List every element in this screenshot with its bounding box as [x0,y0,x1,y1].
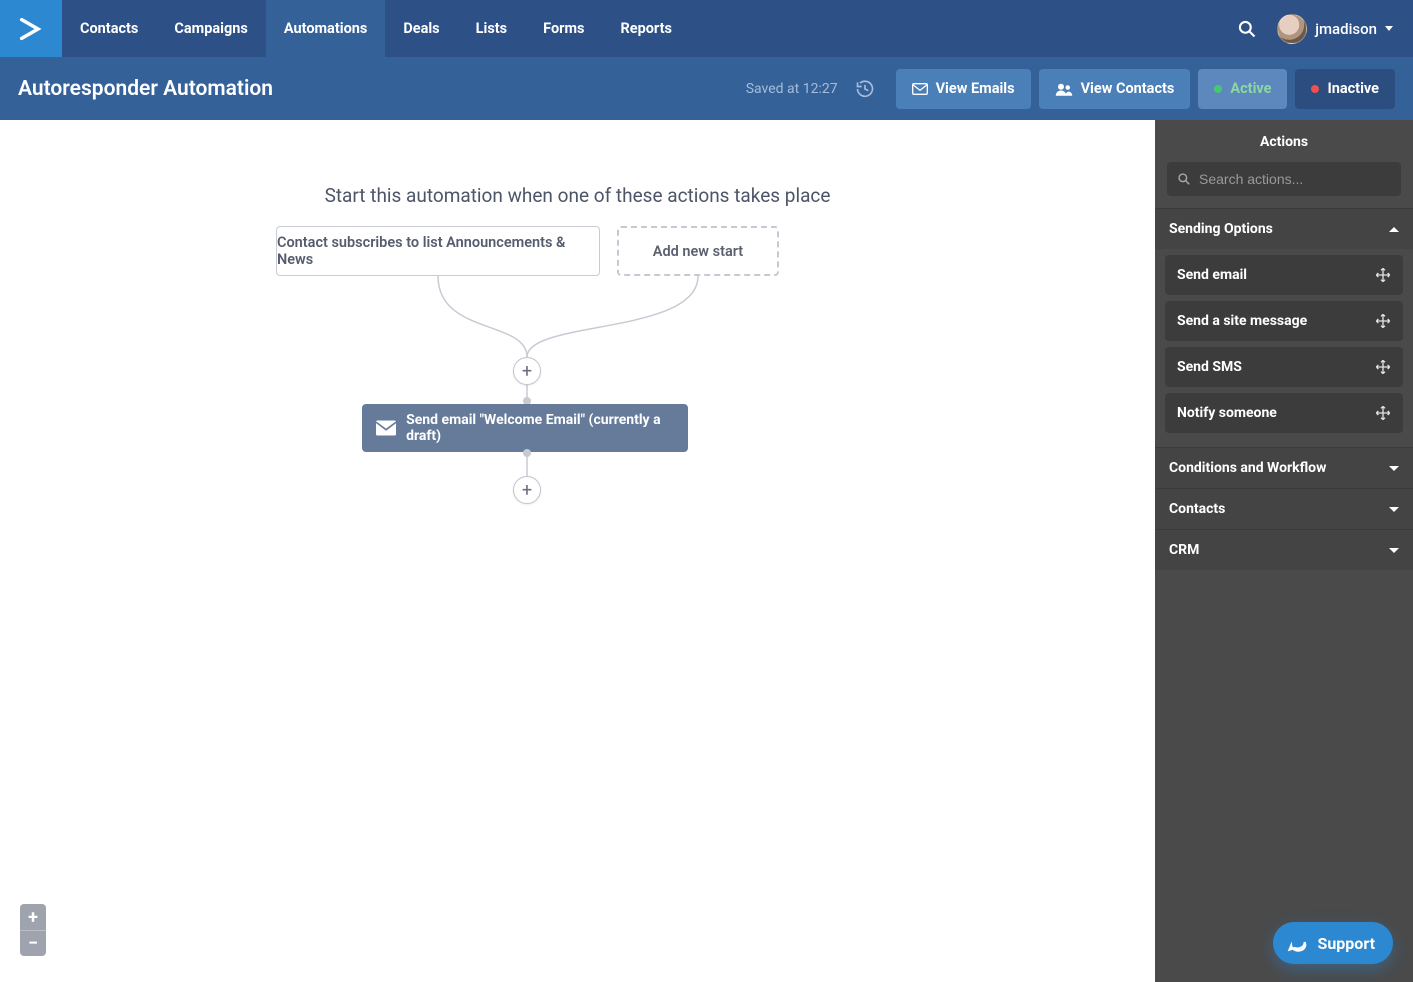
logo[interactable] [0,0,62,57]
nav-item-deals[interactable]: Deals [385,0,457,57]
add-start-label: Add new start [653,243,743,260]
history-icon [855,79,875,99]
add-action-button-top[interactable]: + [513,357,541,385]
search-actions[interactable] [1167,162,1401,196]
group-crm[interactable]: CRM [1155,529,1413,570]
view-contacts-button[interactable]: View Contacts [1039,69,1191,109]
chevron-down-icon [1389,466,1399,471]
action-notify-someone[interactable]: Notify someone [1165,393,1403,433]
group-label: CRM [1169,542,1199,558]
action-send-site-message[interactable]: Send a site message [1165,301,1403,341]
zoom-out-button[interactable]: − [20,930,46,956]
group-label: Contacts [1169,501,1225,517]
username: jmadison [1315,20,1377,38]
caret-down-icon [1385,26,1393,31]
action-label: Send SMS [1177,359,1242,375]
user-menu[interactable]: jmadison [1277,14,1393,44]
action-node-label: Send email "Welcome Email" (currently a … [406,412,674,444]
actions-sidebar: Actions Sending Options Send email Send … [1155,120,1413,982]
start-trigger-node[interactable]: Contact subscribes to list Announcements… [276,226,600,276]
move-icon [1375,359,1391,375]
search-button[interactable] [1227,9,1267,49]
move-icon [1375,405,1391,421]
action-label: Send email [1177,267,1247,283]
view-emails-button[interactable]: View Emails [896,69,1031,109]
group-label: Conditions and Workflow [1169,460,1326,476]
active-dot-icon [1214,85,1222,93]
mail-icon [912,83,928,95]
group-contacts[interactable]: Contacts [1155,488,1413,529]
support-button[interactable]: Support [1273,922,1393,964]
plus-icon: + [522,361,532,382]
group-conditions-workflow[interactable]: Conditions and Workflow [1155,447,1413,488]
chevron-down-icon [1389,507,1399,512]
start-instruction: Start this automation when one of these … [0,184,1155,207]
mail-icon [376,420,396,436]
start-trigger-label: Contact subscribes to list Announcements… [277,234,599,268]
move-icon [1375,313,1391,329]
subbar: Autoresponder Automation Saved at 12:27 … [0,57,1413,120]
search-icon [1237,19,1257,39]
zoom-in-button[interactable]: + [20,904,46,930]
add-action-button-bottom[interactable]: + [513,476,541,504]
sending-options-list: Send email Send a site message Send SMS … [1155,249,1413,447]
top-nav: Contacts Campaigns Automations Deals Lis… [0,0,1413,57]
group-label: Sending Options [1169,221,1273,237]
move-icon [1375,267,1391,283]
connector-dot [523,449,531,457]
view-contacts-label: View Contacts [1081,80,1175,97]
sidebar-header: Actions [1155,120,1413,162]
nav-item-automations[interactable]: Automations [266,0,386,57]
nav-item-contacts[interactable]: Contacts [62,0,156,57]
avatar [1277,14,1307,44]
saved-at: Saved at 12:27 [746,81,838,97]
people-icon [1055,82,1073,96]
nav-items: Contacts Campaigns Automations Deals Lis… [62,0,690,57]
search-actions-input[interactable] [1199,171,1391,187]
nav-right: jmadison [1227,0,1413,57]
automation-canvas[interactable]: Start this automation when one of these … [0,120,1155,982]
add-start-button[interactable]: Add new start [617,226,779,276]
nav-item-reports[interactable]: Reports [602,0,689,57]
subbar-right: Saved at 12:27 View Emails View Contacts… [746,69,1395,109]
chevron-down-icon [1389,548,1399,553]
inactive-dot-icon [1311,85,1319,93]
view-emails-label: View Emails [936,80,1015,97]
nav-item-forms[interactable]: Forms [525,0,602,57]
support-label: Support [1317,934,1375,953]
logo-icon [17,15,45,43]
action-node-send-email[interactable]: Send email "Welcome Email" (currently a … [362,404,688,452]
inactive-toggle[interactable]: Inactive [1295,69,1395,109]
action-send-sms[interactable]: Send SMS [1165,347,1403,387]
chat-icon [1287,933,1307,953]
zoom-control: + − [20,904,46,956]
history-button[interactable] [852,76,878,102]
action-label: Send a site message [1177,313,1307,329]
nav-item-lists[interactable]: Lists [458,0,526,57]
page-title: Autoresponder Automation [18,77,273,101]
group-sending-options[interactable]: Sending Options [1155,208,1413,249]
action-label: Notify someone [1177,405,1277,421]
action-send-email[interactable]: Send email [1165,255,1403,295]
nav-item-campaigns[interactable]: Campaigns [156,0,265,57]
active-toggle[interactable]: Active [1198,69,1287,109]
main: Start this automation when one of these … [0,120,1413,982]
inactive-label: Inactive [1327,80,1379,97]
chevron-up-icon [1389,227,1399,232]
active-label: Active [1230,80,1271,97]
plus-icon: + [522,480,532,501]
search-icon [1177,172,1191,186]
